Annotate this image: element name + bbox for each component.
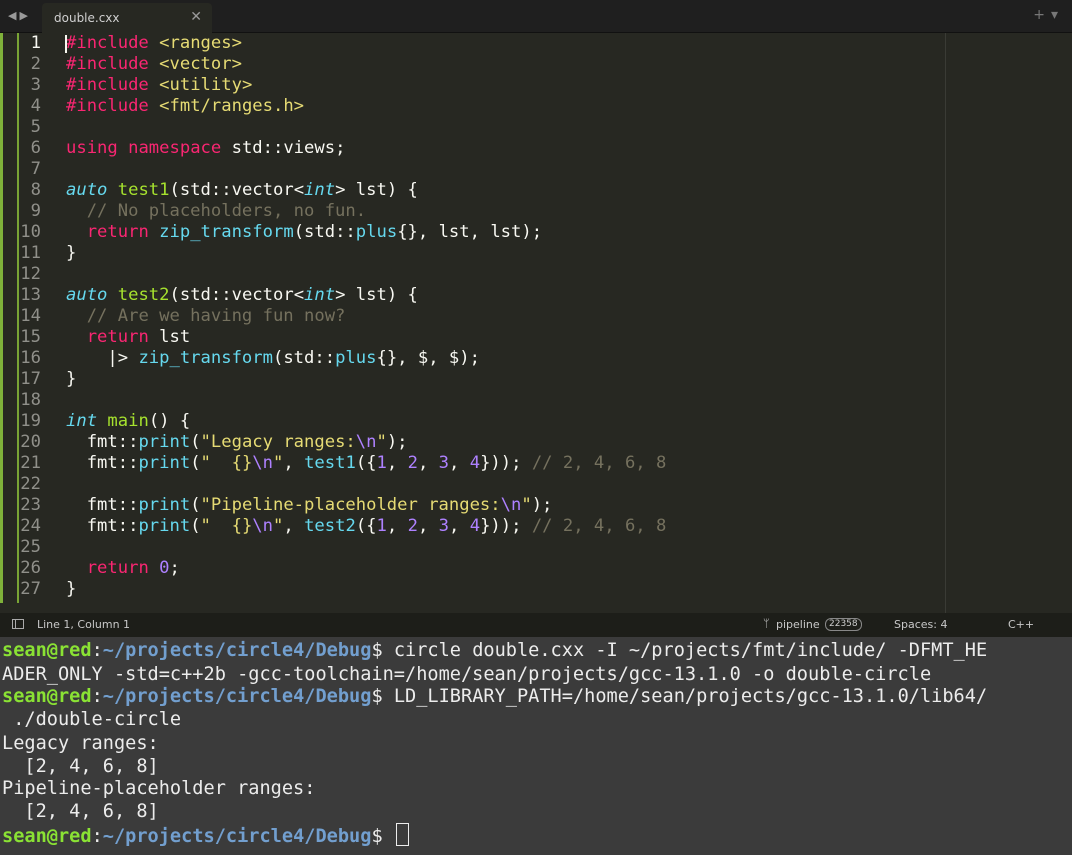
line-number: 15 [20,327,41,347]
terminal-output: Legacy ranges: [2,733,159,754]
line-number: 1 [30,33,41,53]
code-line-9: 9 // No placeholders, no fun. [0,201,1072,222]
syntax-language[interactable]: C++ [1008,618,1034,631]
code-line-3: 3 #include <utility> [0,75,1072,96]
git-branch-icon: ᛘ [763,617,770,630]
terminal-cursor [395,823,409,846]
line-number: 17 [20,369,41,389]
code-line-17: 17} [0,369,1072,390]
code-line-14: 14 // Are we having fun now? [0,306,1072,327]
code-line-4: 4 #include <fmt/ranges.h> [0,96,1072,117]
code-line-13: 13 auto test2(std::vector<int> lst) { [0,285,1072,306]
close-icon[interactable]: ✕ [190,9,202,25]
line-number: 5 [30,117,41,137]
tab-double-cxx[interactable]: double.cxx ✕ [42,3,212,33]
line-number: 20 [20,432,41,452]
git-change-count-badge: 22358 [825,618,862,631]
line-number: 16 [20,348,41,368]
tab-nav-arrows-icon[interactable]: ◀▶ [8,9,31,22]
terminal-line: ./double-circle [2,709,182,730]
code-line-8: 8 auto test1(std::vector<int> lst) { [0,180,1072,201]
code-line-11: 11} [0,243,1072,264]
code-line-27: 27} [0,579,1072,600]
line-number: 22 [20,474,41,494]
line-number: 8 [30,180,41,200]
terminal-output: [2, 4, 6, 8] [2,801,159,822]
line-number: 13 [20,285,41,305]
line-number: 2 [30,54,41,74]
new-tab-and-dropdown-icons[interactable]: +▾ [1033,7,1064,23]
line-number: 26 [20,558,41,578]
indentation-setting[interactable]: Spaces: 4 [894,618,947,631]
code-line-5: 5 [0,117,1072,138]
line-number: 24 [20,516,41,536]
line-number: 23 [20,495,41,515]
code-line-2: 2 #include <vector> [0,54,1072,75]
code-line-19: 19 int main() { [0,411,1072,432]
line-number: 10 [20,222,41,242]
text-caret [65,35,67,53]
terminal-panel[interactable]: sean@red:~/projects/circle4/Debug$ circl… [0,637,1072,855]
tab-label: double.cxx [54,11,120,25]
line-number: 14 [20,306,41,326]
terminal-output: Pipeline-placeholder ranges: [2,778,316,799]
code-line-23: 23 fmt::print("Pipeline-placeholder rang… [0,495,1072,516]
line-number: 27 [20,579,41,599]
status-bar: Line 1, Column 1 ᛘ pipeline 22358 Spaces… [0,613,1072,637]
code-line-26: 26 return 0; [0,558,1072,579]
code-line-7: 7 [0,159,1072,180]
terminal-line: sean@red:~/projects/circle4/Debug$ circl… [2,640,988,661]
code-line-10: 10 return zip_transform(std::plus{}, lst… [0,222,1072,243]
code-line-15: 15 return lst [0,327,1072,348]
line-number: 19 [20,411,41,431]
terminal-line: ADER_ONLY -std=c++2b -gcc-toolchain=/hom… [2,664,932,685]
terminal-output: [2, 4, 6, 8] [2,756,159,777]
line-number: 25 [20,537,41,557]
code-line-18: 18 [0,390,1072,411]
code-line-16: 16 |> zip_transform(std::plus{}, $, $); [0,348,1072,369]
terminal-prompt[interactable]: sean@red:~/projects/circle4/Debug$ [2,823,409,847]
code-line-22: 22 [0,474,1072,495]
line-number: 4 [30,96,41,116]
cursor-position[interactable]: Line 1, Column 1 [37,618,130,631]
line-number: 6 [30,138,41,158]
tab-bar: ◀▶ double.cxx ✕ +▾ [0,0,1072,33]
code-line-1: 1 #include <ranges> [0,33,1072,54]
terminal-line: sean@red:~/projects/circle4/Debug$ LD_LI… [2,686,988,707]
code-line-12: 12 [0,264,1072,285]
line-number: 12 [20,264,41,284]
line-number: 21 [20,453,41,473]
code-editor[interactable]: 1 #include <ranges> 2 #include <vector> 3 #… [0,33,1072,613]
panel-toggle-icon[interactable] [12,619,24,629]
code-line-21: 21 fmt::print(" {}\n", test1({1, 2, 3, 4… [0,453,1072,474]
code-line-6: 6 using namespace std::views; [0,138,1072,159]
line-number: 3 [30,75,41,95]
code-line-25: 25 [0,537,1072,558]
git-branch[interactable]: pipeline [776,618,820,631]
line-number: 11 [20,243,41,263]
line-number: 9 [30,201,41,221]
code-line-24: 24 fmt::print(" {}\n", test2({1, 2, 3, 4… [0,516,1072,537]
line-number: 18 [20,390,41,410]
line-number: 7 [30,159,41,179]
code-line-20: 20 fmt::print("Legacy ranges:\n"); [0,432,1072,453]
